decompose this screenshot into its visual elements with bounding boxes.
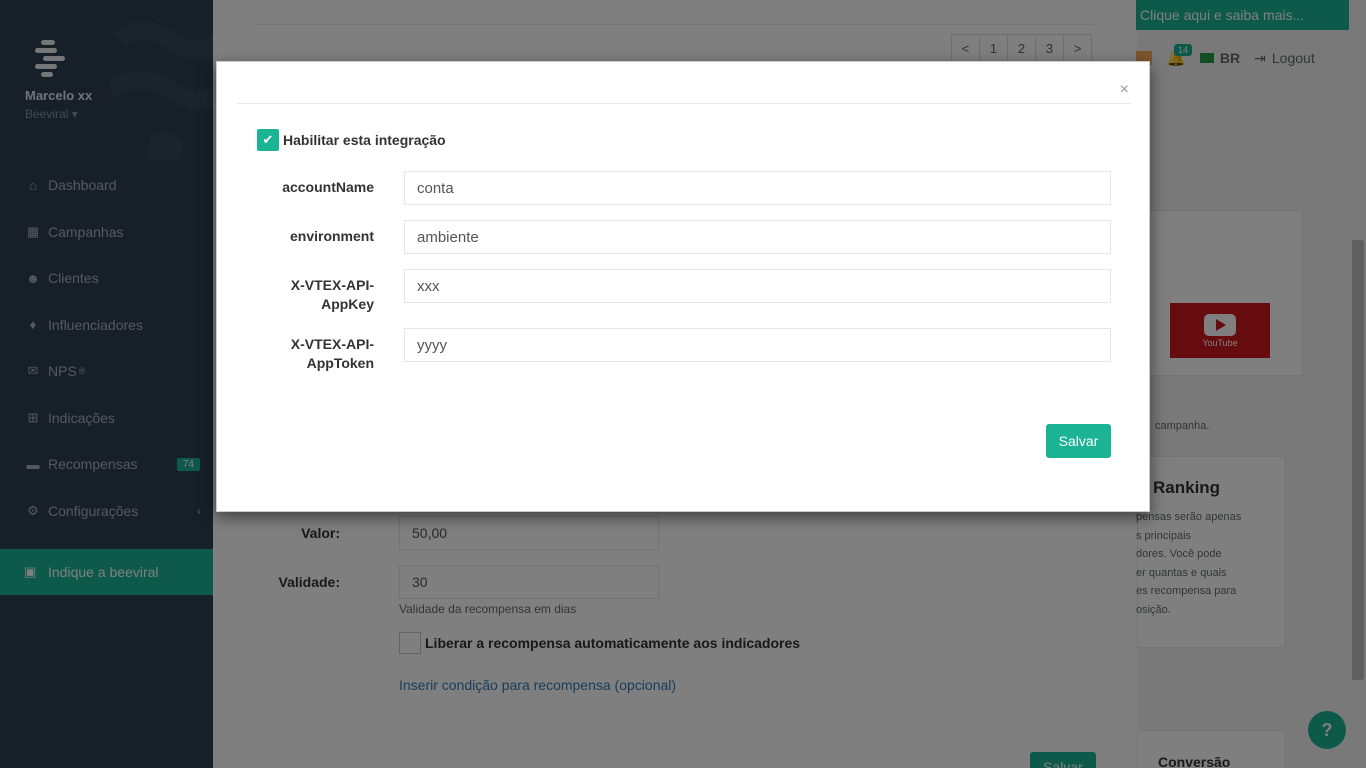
accountname-input[interactable]: conta [404,171,1111,205]
enable-integration-row: ✔ Habilitar esta integração [257,129,446,151]
enable-integration-label: Habilitar esta integração [283,132,446,148]
field-row-accountname: accountName conta [257,171,1111,205]
field-row-environment: environment ambiente [257,220,1111,254]
apptoken-input[interactable]: yyyy [404,328,1111,362]
field-label-environment: environment [289,228,374,244]
field-row-appkey: X-VTEX-API-AppKey xxx [257,269,1111,314]
integration-modal: × ✔ Habilitar esta integração accountNam… [216,61,1150,512]
appkey-input[interactable]: xxx [404,269,1111,303]
field-row-apptoken: X-VTEX-API-AppToken yyyy [257,328,1111,373]
field-label-accountname: accountName [282,179,374,195]
enable-integration-checkbox[interactable]: ✔ [257,129,279,151]
field-label-appkey: X-VTEX-API-AppKey [290,277,374,312]
environment-input[interactable]: ambiente [404,220,1111,254]
field-label-apptoken: X-VTEX-API-AppToken [290,336,374,371]
modal-save-button[interactable]: Salvar [1046,424,1111,458]
modal-header: × [217,62,1149,103]
close-icon[interactable]: × [1120,82,1129,98]
